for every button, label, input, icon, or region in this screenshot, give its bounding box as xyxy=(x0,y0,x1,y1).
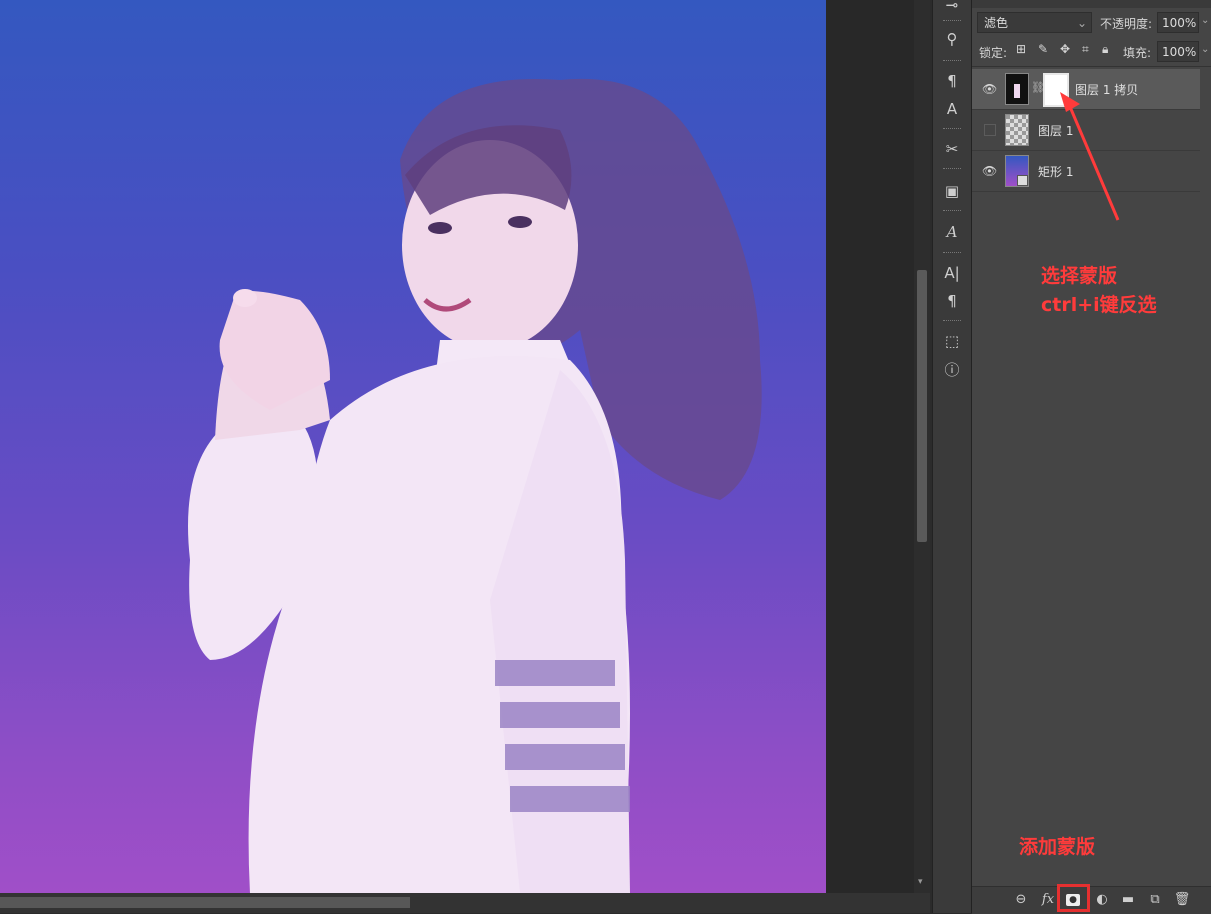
strip-divider xyxy=(943,20,961,23)
opacity-label: 不透明度: xyxy=(1100,17,1153,31)
horizontal-scroll-thumb[interactable] xyxy=(0,897,410,908)
brush-preset-icon[interactable]: ⊸ xyxy=(940,0,964,16)
strip-divider xyxy=(943,60,961,63)
character-panel-icon[interactable]: A| xyxy=(940,262,964,284)
layer-thumbnail xyxy=(1005,73,1029,105)
lock-label: 锁定: xyxy=(979,46,1008,60)
blend-mode-value: 滤色 xyxy=(984,16,1009,30)
lock-artboard-icon[interactable]: ⌗ xyxy=(1082,42,1089,57)
lock-position-icon[interactable]: ✥ xyxy=(1060,42,1070,56)
chevron-down-icon: ⌄ xyxy=(1076,16,1087,30)
fill-dropdown-icon[interactable]: ⌄ xyxy=(1201,44,1209,55)
info-icon[interactable]: ⓘ xyxy=(940,359,964,381)
strip-divider xyxy=(943,128,961,131)
3d-icon[interactable]: ⬚ xyxy=(940,330,964,352)
strip-divider xyxy=(943,320,961,323)
annotation-arrow xyxy=(1060,92,1120,221)
panel-divider xyxy=(972,66,1211,67)
opacity-input[interactable]: 100% xyxy=(1157,12,1199,33)
character-style-icon[interactable]: A xyxy=(940,98,964,120)
layers-bottom-toolbar: ⊖ fx ● ◐ ▬ ⧉ 🗑︎ xyxy=(972,886,1211,914)
pasteboard xyxy=(826,0,914,893)
trash-icon[interactable]: 🗑︎ xyxy=(1173,892,1191,908)
opacity-dropdown-icon[interactable]: ⌄ xyxy=(1201,15,1209,26)
hidden-visibility-toggle[interactable] xyxy=(984,124,996,136)
eye-icon[interactable]: 👁︎ xyxy=(982,82,997,96)
adjustment-layer-icon[interactable]: ◐ xyxy=(1093,892,1111,908)
annotation-add-mask: 添加蒙版 xyxy=(1019,836,1096,858)
clone-source-icon[interactable]: ⚲ xyxy=(940,28,964,50)
panel-tab-bar xyxy=(972,0,1211,8)
layer-thumbnail xyxy=(1005,155,1029,187)
fill-label: 填充: xyxy=(1123,46,1152,60)
add-mask-highlight-box xyxy=(1057,884,1090,912)
layers-scroll-gutter xyxy=(1200,69,1211,193)
lock-image-pixels-icon[interactable]: ✎ xyxy=(1038,42,1048,56)
photo-subject xyxy=(188,78,762,893)
vertical-scroll-thumb[interactable] xyxy=(917,270,927,542)
fill-value: 100% xyxy=(1162,45,1197,59)
scroll-down-arrow-icon[interactable]: ▾ xyxy=(918,877,923,887)
document-canvas[interactable] xyxy=(0,0,826,893)
glyphs-icon[interactable]: A xyxy=(940,221,964,243)
tools-icon[interactable]: ✂ xyxy=(940,138,964,160)
link-layers-icon[interactable]: ⊖ xyxy=(1012,892,1030,908)
strip-divider xyxy=(943,168,961,171)
paragraph-style-icon[interactable]: ¶ xyxy=(940,70,964,92)
opacity-value: 100% xyxy=(1162,16,1197,30)
lock-all-icon[interactable]: 🔒︎ xyxy=(1102,42,1108,57)
blend-mode-select[interactable]: 滤色 ⌄ xyxy=(977,12,1092,33)
properties-icon[interactable]: ▣ xyxy=(940,180,964,202)
strip-divider xyxy=(943,210,961,213)
fill-input[interactable]: 100% xyxy=(1157,41,1199,62)
panel-icon-strip: ⊸ ⚲ ¶ A ✂ ▣ A A| ¶ ⬚ ⓘ xyxy=(932,0,972,913)
strip-divider xyxy=(943,252,961,255)
layer-thumbnail xyxy=(1005,114,1029,146)
new-layer-icon[interactable]: ⧉ xyxy=(1146,892,1164,908)
eye-icon[interactable]: 👁︎ xyxy=(982,164,997,178)
lock-transparent-pixels-icon[interactable]: ⊞ xyxy=(1016,42,1026,56)
folder-icon[interactable]: ▬ xyxy=(1119,892,1137,908)
fx-icon[interactable]: fx xyxy=(1039,892,1057,908)
annotation-select-mask: 选择蒙版 xyxy=(1041,265,1118,287)
annotation-invert-hint: ctrl+i键反选 xyxy=(1041,294,1157,316)
paragraph-panel-icon[interactable]: ¶ xyxy=(940,290,964,312)
